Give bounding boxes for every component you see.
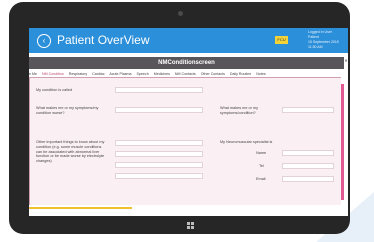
tab-respiratory[interactable]: Respiratory (69, 72, 87, 76)
other-things-input-1[interactable] (115, 140, 203, 146)
app-screen: ‹ Patient OverView FCU Logged In User Pa… (29, 28, 348, 216)
close-icon[interactable]: ✕ (344, 58, 348, 64)
tab-nm-contacts[interactable]: NM Contacts (175, 72, 196, 76)
email-input[interactable] (282, 176, 334, 182)
specialist-label: My Neuromuscular specialist is (220, 140, 273, 144)
back-button[interactable]: ‹ (37, 34, 51, 48)
form-panel: My condition is called What makes me or … (29, 77, 341, 205)
tab-speech[interactable]: Speech (137, 72, 149, 76)
tel-label: Tel (259, 164, 264, 168)
symptoms-worse-input[interactable] (115, 107, 203, 113)
my-condition-label: My condition is called (36, 88, 73, 92)
user-badge[interactable]: FCU (275, 36, 288, 44)
app-header: ‹ Patient OverView FCU Logged In User Pa… (29, 28, 348, 53)
user-info: Logged In User Patient 15 September 2015… (308, 30, 346, 50)
other-things-input-4[interactable] (115, 173, 203, 179)
windows-home-icon[interactable] (187, 222, 194, 229)
user-info-line: 11:30 AM (308, 45, 323, 49)
my-condition-input[interactable] (115, 87, 203, 93)
symptoms-better-label: What makes me or my symptoms/condition? (220, 106, 258, 115)
scroll-indicator[interactable] (341, 84, 344, 200)
other-things-label: Other important things to know about my … (36, 140, 105, 164)
tablet-frame: ‹ Patient OverView FCU Logged In User Pa… (9, 2, 350, 234)
symptoms-better-input[interactable] (282, 107, 334, 113)
tab-other-contacts[interactable]: Other Contacts (201, 72, 225, 76)
tab-notes[interactable]: Notes (256, 72, 265, 76)
page-title: Patient OverView (57, 33, 150, 47)
other-things-input-2[interactable] (115, 151, 203, 157)
tab-nm-condition[interactable]: NM Condition (42, 72, 64, 76)
tab-cardiac[interactable]: Cardiac (92, 72, 104, 76)
symptoms-worse-label: What makes me or my symptoms/my conditio… (36, 106, 99, 115)
tab-daily-routine[interactable]: Daily Routine (230, 72, 251, 76)
tab-medicines[interactable]: Medicines (154, 72, 170, 76)
email-label: Email (256, 177, 266, 181)
form-title: NMConditionscreen (29, 57, 344, 69)
tab-about-me[interactable]: e Me (29, 72, 37, 76)
progress-bar (29, 207, 132, 209)
tab-acute-plasma[interactable]: Acute Plasma (109, 72, 131, 76)
tel-input[interactable] (282, 163, 334, 169)
camera-icon (178, 11, 183, 16)
name-label: Name (256, 151, 267, 155)
name-input[interactable] (282, 150, 334, 156)
other-things-input-3[interactable] (115, 162, 203, 168)
